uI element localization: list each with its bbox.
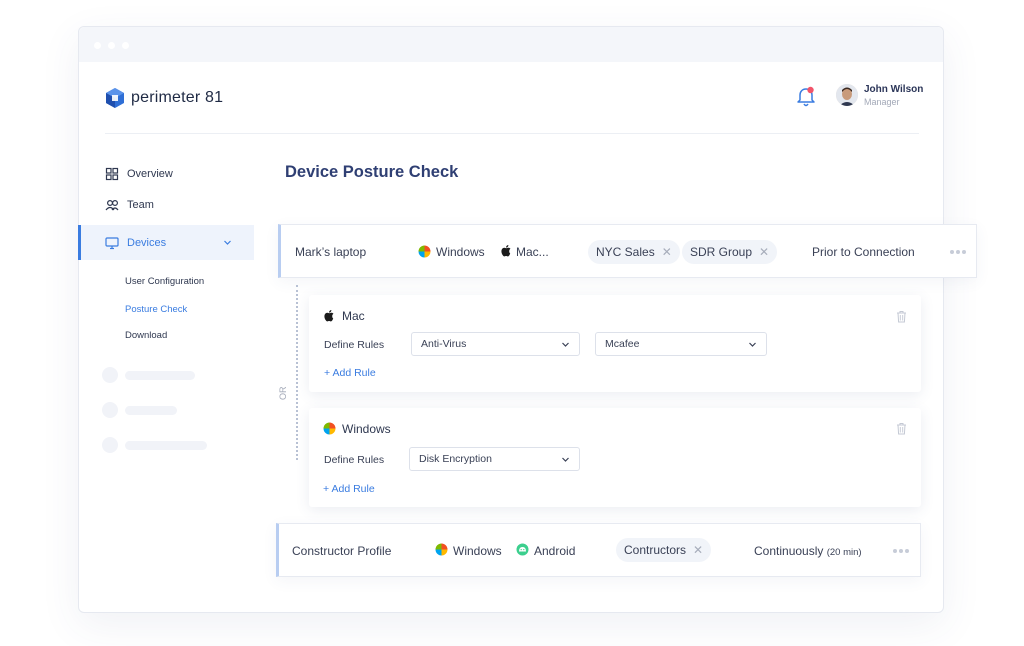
- user-role: Manager: [864, 97, 900, 107]
- profile-row-constructor[interactable]: Constructor Profile Windows Android Cont…: [276, 523, 921, 577]
- header-divider: [105, 133, 919, 134]
- trash-icon[interactable]: [896, 310, 907, 323]
- windows-logo-icon: [418, 245, 431, 258]
- tag-chip[interactable]: Contructors ✕: [616, 538, 712, 562]
- page-title: Device Posture Check: [285, 163, 459, 181]
- chevron-down-icon: [749, 342, 756, 347]
- sidebar-item-label: Overview: [127, 168, 173, 180]
- bell-icon[interactable]: [796, 86, 816, 108]
- os-label: Mac...: [516, 245, 549, 259]
- more-options-icon[interactable]: [950, 250, 966, 254]
- or-connector-line: [296, 285, 298, 460]
- skeleton-placeholder: [125, 406, 177, 415]
- tag-label: SDR Group: [690, 245, 753, 259]
- windows-logo-icon: [435, 543, 448, 556]
- chevron-down-icon[interactable]: [223, 238, 232, 247]
- trigger-label: Continuously (20 min): [754, 544, 862, 558]
- select-value: Anti-Virus: [421, 338, 467, 350]
- brand-logo[interactable]: perimeter 81: [105, 87, 223, 109]
- more-options-icon[interactable]: [893, 549, 909, 553]
- tag-chip[interactable]: NYC Sales ✕: [588, 240, 680, 264]
- apple-logo-icon: [501, 245, 511, 257]
- skeleton-placeholder: [102, 437, 118, 453]
- close-icon[interactable]: ✕: [662, 245, 672, 259]
- rule-card-mac: Mac Define Rules Anti-Virus Mcafee + Add…: [309, 295, 921, 392]
- trigger-interval: (20 min): [826, 547, 862, 558]
- sidebar-item-label: Devices: [127, 237, 167, 249]
- tag-label: Contructors: [624, 543, 687, 557]
- select-value: Disk Encryption: [419, 453, 492, 465]
- apple-logo-icon: [324, 310, 334, 322]
- grid-icon: [105, 167, 119, 181]
- skeleton-placeholder: [102, 367, 118, 383]
- skeleton-placeholder: [125, 371, 195, 380]
- sidebar-active-indicator: [78, 225, 81, 260]
- sidebar-subitem-posture-check[interactable]: Posture Check: [125, 304, 187, 315]
- team-icon: [105, 198, 119, 212]
- rule-card-windows: Windows Define Rules Disk Encryption + A…: [309, 408, 921, 507]
- rule-card-title: Windows: [342, 422, 391, 436]
- trigger-value: Continuously: [754, 544, 824, 558]
- os-label: Windows: [436, 245, 485, 259]
- android-logo-icon: [516, 543, 529, 556]
- avatar[interactable]: [836, 84, 858, 106]
- sidebar-item-team[interactable]: Team: [105, 198, 154, 212]
- sidebar-subitem-user-configuration[interactable]: User Configuration: [125, 276, 204, 287]
- hexagon-logo-icon: [106, 88, 124, 108]
- tag-label: NYC Sales: [596, 245, 655, 259]
- sidebar-item-devices[interactable]: Devices: [105, 236, 166, 250]
- close-icon[interactable]: ✕: [759, 245, 769, 259]
- chevron-down-icon: [562, 342, 569, 347]
- windows-logo-icon: [323, 422, 336, 435]
- define-rules-label: Define Rules: [324, 339, 385, 351]
- close-icon[interactable]: ✕: [693, 543, 703, 557]
- window-titlebar: [79, 27, 943, 62]
- rule-type-select[interactable]: Anti-Virus: [411, 332, 580, 356]
- user-avatar-icon: [836, 84, 858, 106]
- skeleton-placeholder: [125, 441, 207, 450]
- window-dot: [94, 42, 101, 49]
- monitor-icon: [105, 236, 119, 250]
- rule-card-title: Mac: [342, 309, 365, 323]
- chevron-down-icon: [562, 457, 569, 462]
- user-name: John Wilson: [864, 84, 924, 95]
- sidebar-item-label: Team: [127, 199, 154, 211]
- window-dot: [122, 42, 129, 49]
- define-rules-label: Define Rules: [324, 454, 385, 466]
- or-label: OR: [278, 386, 288, 401]
- sidebar-subitem-download[interactable]: Download: [125, 330, 167, 341]
- brand-name: perimeter 81: [131, 89, 224, 106]
- tag-chip[interactable]: SDR Group ✕: [682, 240, 778, 264]
- rule-type-select[interactable]: Disk Encryption: [409, 447, 580, 471]
- rule-value-select[interactable]: Mcafee: [595, 332, 767, 356]
- os-label: Windows: [453, 544, 502, 558]
- add-rule-button[interactable]: + Add Rule: [323, 483, 375, 495]
- skeleton-placeholder: [102, 402, 118, 418]
- sidebar-item-overview[interactable]: Overview: [105, 167, 173, 181]
- trigger-label: Prior to Connection: [812, 245, 915, 259]
- window-dot: [108, 42, 115, 49]
- profile-name: Mark’s laptop: [295, 245, 367, 259]
- profile-row-marks-laptop[interactable]: Mark’s laptop Windows Mac... NYC Sales ✕…: [278, 224, 977, 278]
- trash-icon[interactable]: [896, 422, 907, 435]
- select-value: Mcafee: [605, 338, 640, 350]
- profile-name: Constructor Profile: [292, 544, 392, 558]
- add-rule-button[interactable]: + Add Rule: [324, 367, 376, 379]
- os-label: Android: [534, 544, 576, 558]
